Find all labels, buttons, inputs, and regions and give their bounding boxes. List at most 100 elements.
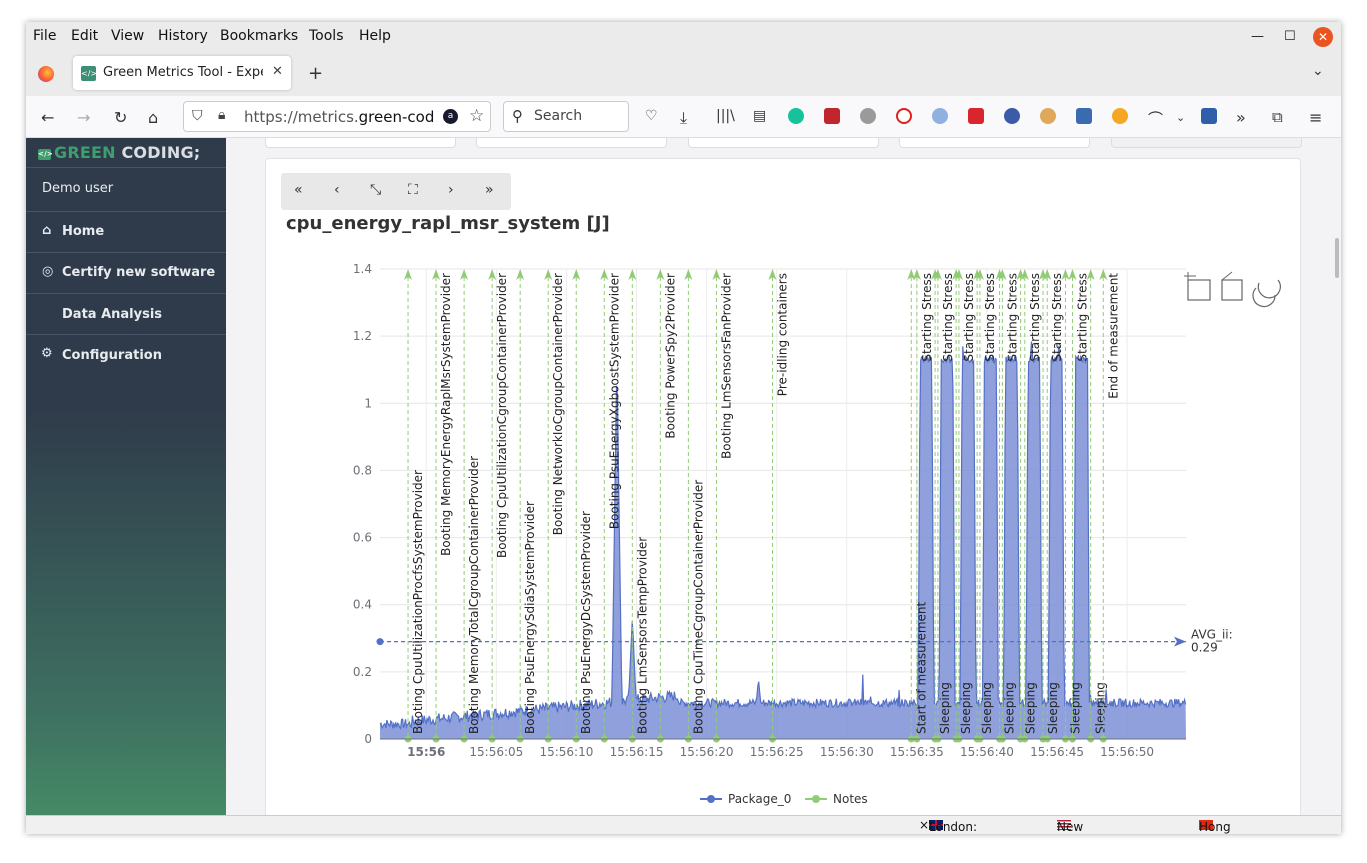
menu-view[interactable]: View: [111, 28, 144, 44]
energy-chart[interactable]: AVG_ii:0.29 Booting CpuUtilizationProcfs…: [266, 159, 1302, 815]
extension-globe-icon[interactable]: [1004, 108, 1020, 124]
extension-red-icon[interactable]: [824, 108, 840, 124]
note-label: Sleeping: [1068, 682, 1082, 734]
target-icon: ◎: [42, 264, 54, 279]
new-tab-button[interactable]: +: [308, 63, 323, 84]
note-label: Sleeping: [1094, 682, 1108, 734]
extension-flag-icon[interactable]: [1076, 108, 1092, 124]
lock-icon[interactable]: 🔒︎: [218, 107, 225, 123]
note-label: Sleeping: [1046, 682, 1060, 734]
back-icon[interactable]: ←: [41, 108, 54, 127]
note-label: Booting LmSensorsFanProvider: [719, 273, 733, 459]
summary-card: [899, 138, 1090, 148]
sidebar-item-certify[interactable]: ◎ Certify new software: [26, 252, 226, 293]
bookmark-star-icon[interactable]: ☆: [469, 106, 484, 126]
globe-icon[interactable]: [860, 108, 876, 124]
note-label: Sleeping: [1024, 682, 1038, 734]
avg-label: AVG_ii:: [1191, 628, 1233, 642]
tab-close-icon[interactable]: ✕: [272, 64, 283, 79]
note-label: Booting CpuUtilizationCgroupContainerPro…: [495, 273, 509, 558]
extension-square-icon[interactable]: [1201, 108, 1217, 124]
sidebar-item-home[interactable]: ⌂ Home: [26, 211, 226, 252]
maximize-icon[interactable]: ☐: [1284, 29, 1296, 44]
extensions-puzzle-icon[interactable]: ⧉: [1272, 108, 1283, 126]
summary-card: [476, 138, 667, 148]
block-icon[interactable]: [896, 108, 912, 124]
logo[interactable]: </>GREEN CODING;: [38, 143, 200, 162]
status-close-icon[interactable]: ×: [919, 818, 929, 832]
y-tick-label: 1.4: [353, 262, 372, 276]
close-window-icon[interactable]: ✕: [1313, 27, 1333, 47]
zoom-reset-icon[interactable]: [1221, 271, 1243, 301]
sidebar-item-configuration[interactable]: ⚙ Configuration: [26, 334, 226, 375]
reload-icon[interactable]: ↻: [114, 108, 127, 127]
y-tick-label: 0.6: [353, 531, 372, 545]
x-tick-label: 15:56:50: [1100, 745, 1154, 759]
logo-code-icon: </>: [38, 149, 53, 160]
monkey-icon[interactable]: [1040, 108, 1056, 124]
library-icon[interactable]: |||\: [716, 108, 735, 124]
note-label: Sleeping: [980, 682, 994, 734]
extension-orange-icon[interactable]: [1112, 108, 1128, 124]
avg-value: 0.29: [1191, 641, 1218, 655]
x-tick-label: 15:56:35: [890, 745, 944, 759]
menu-history[interactable]: History: [158, 28, 208, 44]
menu-help[interactable]: Help: [359, 28, 391, 44]
downloads-icon[interactable]: ⤓: [680, 108, 687, 128]
more-tools-icon[interactable]: »: [1236, 108, 1246, 127]
hamburger-menu-icon[interactable]: ≡: [1309, 108, 1322, 127]
x-tick-label: 15:56:20: [680, 745, 734, 759]
restore-icon[interactable]: [1252, 279, 1281, 308]
zoom-icon[interactable]: [1184, 272, 1211, 301]
note-label: Starting Stress: [920, 273, 934, 362]
menu-bar: File Edit View History Bookmarks Tools H…: [26, 22, 1341, 52]
green-coding-favicon-icon: </>: [81, 66, 97, 81]
sidebar: </>GREEN CODING; Demo user ⌂ Home ◎ Certif…: [26, 138, 226, 815]
minimize-icon[interactable]: —: [1251, 29, 1264, 44]
tab-title: Green Metrics Tool - Experiment: [103, 65, 263, 80]
tab-green-metrics[interactable]: </> Green Metrics Tool - Experiment ✕: [73, 56, 291, 90]
navigation-toolbar: ← → ↻ ⌂ ⛉ 🔒︎ https://metrics.green-codin…: [26, 96, 1341, 138]
home-icon[interactable]: ⌂: [148, 108, 158, 127]
dropdown-chevron-icon[interactable]: ⌄: [1176, 111, 1185, 124]
summary-card: [265, 138, 456, 148]
extension-a-icon[interactable]: a: [443, 109, 458, 124]
note-label: Booting MemoryEnergyRaplMsrSystemProvide…: [439, 273, 453, 556]
y-tick-label: 1: [364, 396, 372, 410]
sidebar-item-data-analysis[interactable]: Data Analysis: [26, 293, 226, 334]
gears-icon: ⚙: [41, 346, 53, 361]
x-tick-label: 15:56:25: [750, 745, 804, 759]
avg-arrow: [1174, 636, 1186, 647]
x-tick-label: 15:56: [407, 745, 445, 759]
shield-icon[interactable]: ⛉: [192, 108, 203, 124]
note-label: Booting PsuEnergyDcSystemProvider: [579, 511, 593, 734]
menu-file[interactable]: File: [33, 28, 56, 44]
chart-card: « ‹ ⤡ ⛶ › » cpu_energy_rapl_msr_system […: [265, 158, 1301, 815]
link-extension-icon[interactable]: [932, 108, 948, 124]
url-text[interactable]: https://metrics.green-coding: [244, 108, 434, 126]
y-tick-label: 0: [364, 732, 372, 746]
x-tick-label: 15:56:45: [1030, 745, 1084, 759]
menu-edit[interactable]: Edit: [71, 28, 98, 44]
ublock-icon[interactable]: [968, 108, 984, 124]
sidebar-icon[interactable]: ▤: [753, 108, 766, 124]
firefox-icon[interactable]: [38, 66, 54, 82]
headphones-icon[interactable]: ⌒: [1148, 108, 1163, 129]
note-label: Starting Stress: [1050, 273, 1064, 362]
search-box[interactable]: ⚲ Search: [503, 101, 629, 132]
note-label: Booting MemoryTotalCgroupContainerProvid…: [467, 456, 481, 734]
forward-icon[interactable]: →: [77, 108, 90, 127]
list-tabs-chevron-icon[interactable]: ⌄: [1312, 63, 1324, 79]
grammarly-icon[interactable]: [788, 108, 804, 124]
menu-bookmarks[interactable]: Bookmarks: [220, 28, 298, 44]
note-label: Booting CpuUtilizationProcfsSystemProvid…: [411, 470, 425, 734]
pocket-icon[interactable]: ♡: [645, 108, 658, 124]
page-scrollbar[interactable]: [1335, 238, 1339, 278]
search-placeholder: Search: [534, 108, 583, 124]
menu-tools[interactable]: Tools: [309, 28, 344, 44]
x-tick-label: 15:56:05: [469, 745, 523, 759]
x-tick-label: 15:56:40: [960, 745, 1014, 759]
url-bar[interactable]: ⛉ 🔒︎ https://metrics.green-coding a ☆: [183, 101, 491, 132]
note-label: Booting NetworkIoCgroupContainerProvider: [551, 273, 565, 535]
user-label: Demo user: [26, 167, 226, 211]
